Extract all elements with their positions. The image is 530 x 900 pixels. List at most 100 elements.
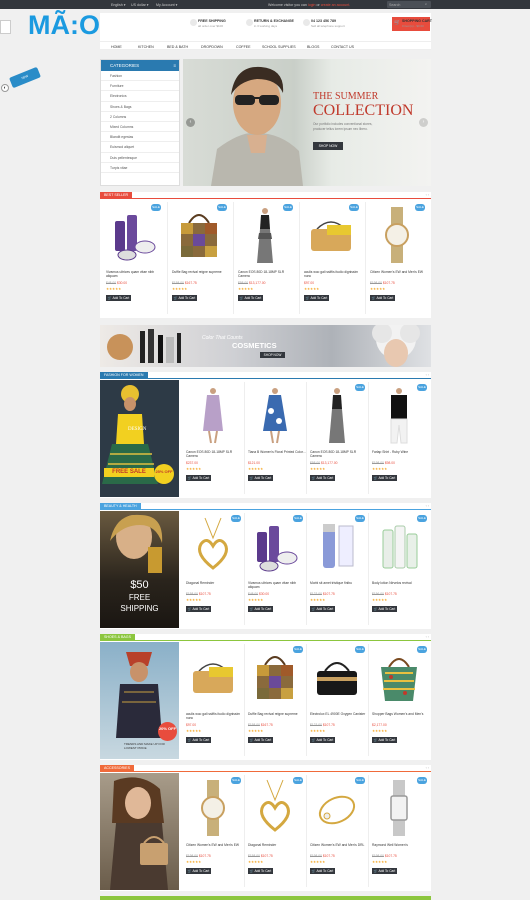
- category-item[interactable]: Shoes & Bags: [101, 102, 179, 112]
- category-item[interactable]: Turpis vitae: [101, 163, 179, 173]
- product-name[interactable]: Duffle Bag revival reigne supreme: [172, 270, 230, 274]
- product-image[interactable]: [185, 647, 241, 707]
- product-card[interactable]: Tiana B Women's Floral Printed Color... …: [244, 382, 306, 500]
- product-name[interactable]: Canon EOS 80D 18-18MP SLR Camera: [238, 270, 296, 279]
- product-image[interactable]: [247, 778, 303, 838]
- menu-icon[interactable]: ≡: [173, 60, 176, 71]
- category-item[interactable]: Euismod aliquet: [101, 142, 179, 153]
- add-to-cart-button[interactable]: 🛒 Add To Cart: [248, 868, 273, 874]
- add-to-cart-button[interactable]: 🛒 Add To Cart: [186, 737, 211, 743]
- product-card[interactable]: SALE aculis woo gali ssiftis itudio dign…: [300, 202, 362, 320]
- product-card[interactable]: SALE Morbi sit amet tristique finibu $12…: [306, 513, 368, 631]
- product-image[interactable]: [303, 205, 359, 265]
- product-name[interactable]: Diagonal Reminder: [248, 843, 306, 847]
- cosmetics-banner[interactable]: Color That Counts COSMETICS SHOP NOW: [100, 325, 431, 367]
- product-card[interactable]: SALE Duffle Bag revival reigne supreme $…: [168, 202, 230, 320]
- product-name[interactable]: Tiana B Women's Floral Printed Color...: [248, 450, 306, 454]
- carousel-arrows[interactable]: ‹ ›: [426, 193, 429, 197]
- account-menu[interactable]: My Account ▾: [156, 3, 177, 7]
- product-image[interactable]: [185, 516, 241, 576]
- shoes-promo-banner[interactable]: 20% OFF TRENDS AND MAKE UP FOR LOWEST PR…: [100, 642, 179, 759]
- add-to-cart-button[interactable]: 🛒 Add To Cart: [106, 295, 131, 301]
- product-name[interactable]: Diagonal Reminder: [186, 581, 244, 585]
- add-to-cart-button[interactable]: 🛒 Add To Cart: [186, 606, 211, 612]
- banner-prev-icon[interactable]: ‹: [186, 118, 195, 127]
- product-image[interactable]: [105, 205, 161, 265]
- banner-shop-button[interactable]: SHOP NOW: [313, 142, 343, 150]
- add-to-cart-button[interactable]: 🛒 Add To Cart: [310, 475, 335, 481]
- product-name[interactable]: Canon EOS 80D 18-18MP SLR Camera: [186, 450, 244, 459]
- add-to-cart-button[interactable]: 🛒 Add To Cart: [186, 475, 211, 481]
- hero-banner[interactable]: THE SUMMER COLLECTION Our portfolio incl…: [183, 59, 431, 186]
- settings-icon[interactable]: ◐: [1, 84, 9, 92]
- product-name[interactable]: Body lotion Nirvelos revival: [372, 581, 430, 585]
- product-image[interactable]: [247, 516, 303, 576]
- category-item[interactable]: 2 Columns: [101, 112, 179, 122]
- product-name[interactable]: Citizen Women's EW and Men's DRL: [310, 843, 368, 847]
- product-card[interactable]: SALE Vivamus ultrices quam vitae nibh al…: [102, 202, 164, 320]
- product-image[interactable]: [309, 516, 365, 576]
- product-image[interactable]: [185, 778, 241, 838]
- category-item[interactable]: Fashion: [101, 71, 179, 82]
- carousel-arrows[interactable]: ‹ ›: [426, 766, 429, 770]
- product-name[interactable]: Duffle Bag revival reigne supreme: [248, 712, 306, 716]
- product-image[interactable]: [309, 647, 365, 707]
- add-to-cart-button[interactable]: 🛒 Add To Cart: [186, 868, 211, 874]
- product-image[interactable]: [371, 516, 427, 576]
- add-to-cart-button[interactable]: 🛒 Add To Cart: [310, 737, 335, 743]
- product-card[interactable]: SALE Citizen Women's EW and Men's EW $19…: [366, 202, 428, 320]
- product-card[interactable]: SALE Canon EOS 80D 18-18MP SLR Camera $5…: [306, 382, 368, 500]
- carousel-arrows[interactable]: ‹ ›: [426, 635, 429, 639]
- category-item[interactable]: Electronics: [101, 91, 179, 102]
- currency-select[interactable]: US dollar ▾: [131, 3, 149, 7]
- product-image[interactable]: [171, 205, 227, 265]
- product-image[interactable]: [369, 205, 425, 265]
- add-to-cart-button[interactable]: 🛒 Add To Cart: [238, 295, 263, 301]
- product-card[interactable]: SALE Diagonal Reminder $158.00 $107.75 ★…: [244, 775, 306, 893]
- product-name[interactable]: Shopper Bags Women's and Men's: [372, 712, 430, 716]
- category-item[interactable]: Mixed Columns: [101, 122, 179, 133]
- product-card[interactable]: Canon EOS 80D 18-18MP SLR Camera $237.00…: [182, 382, 244, 500]
- nav-school-supplies[interactable]: SCHOOL SUPPLIES: [262, 45, 296, 49]
- product-card[interactable]: SALE Vivamus ultrices quam vitae nibh al…: [244, 513, 306, 631]
- side-promo-tag[interactable]: NEW: [9, 66, 41, 89]
- product-name[interactable]: Vivamus ultrices quam vitae nibh aliquam: [248, 581, 306, 590]
- product-name[interactable]: aculis woo gali ssiftis itudio dignissim…: [186, 712, 244, 721]
- nav-contact[interactable]: CONTACT US: [331, 45, 354, 49]
- categories-header[interactable]: CATEGORIES ≡: [101, 60, 179, 71]
- product-card[interactable]: SALE Electrolux EL 4900E Oxygen Canister…: [306, 644, 368, 762]
- nav-home[interactable]: HOME: [111, 45, 122, 49]
- product-card[interactable]: SALE Duffle Bag revival reigne supreme $…: [244, 644, 306, 762]
- product-name[interactable]: Canon EOS 80D 18-18MP SLR Camera: [310, 450, 368, 459]
- carousel-arrows[interactable]: ‹ ›: [426, 373, 429, 377]
- language-select[interactable]: English ▾: [111, 3, 126, 7]
- nav-blogs[interactable]: BLOGS: [307, 45, 319, 49]
- product-name[interactable]: Vivamus ultrices quam vitae nibh aliquam: [106, 270, 164, 279]
- add-to-cart-button[interactable]: 🛒 Add To Cart: [248, 606, 273, 612]
- add-to-cart-button[interactable]: 🛒 Add To Cart: [372, 737, 397, 743]
- nav-kitchen[interactable]: KITCHEN: [138, 45, 154, 49]
- product-image[interactable]: [185, 385, 241, 445]
- product-name[interactable]: Electrolux EL 4900E Oxygen Canister: [310, 712, 368, 716]
- category-item[interactable]: Blandit egestas: [101, 132, 179, 143]
- add-to-cart-button[interactable]: 🛒 Add To Cart: [310, 868, 335, 874]
- cosmetics-shop-button[interactable]: SHOP NOW: [260, 352, 285, 358]
- product-name[interactable]: aculis woo gali ssiftis itudio dignissim…: [304, 270, 362, 279]
- beauty-promo-banner[interactable]: $50 FREE SHIPPING: [100, 511, 179, 628]
- nav-coffee[interactable]: COFFEE: [236, 45, 251, 49]
- banner-next-icon[interactable]: ›: [419, 118, 428, 127]
- carousel-arrows[interactable]: ‹ ›: [426, 504, 429, 508]
- add-to-cart-button[interactable]: 🛒 Add To Cart: [372, 868, 397, 874]
- product-name[interactable]: Raymond Weil Women's: [372, 843, 430, 847]
- search-input[interactable]: Search ⌕: [387, 1, 431, 8]
- nav-bed-bath[interactable]: BED & BATH: [167, 45, 188, 49]
- product-image[interactable]: [371, 647, 427, 707]
- register-link[interactable]: create an account.: [321, 3, 351, 7]
- add-to-cart-button[interactable]: 🛒 Add To Cart: [372, 606, 397, 612]
- product-name[interactable]: Citizen Women's EW and Men's EW: [186, 843, 244, 847]
- product-card[interactable]: SALE Canon EOS 80D 18-18MP SLR Camera $5…: [234, 202, 296, 320]
- product-image[interactable]: [371, 778, 427, 838]
- search-icon[interactable]: ⌕: [425, 2, 427, 6]
- product-card[interactable]: SALE Raymond Weil Women's $198.00 $107.7…: [368, 775, 430, 893]
- add-to-cart-button[interactable]: 🛒 Add To Cart: [248, 737, 273, 743]
